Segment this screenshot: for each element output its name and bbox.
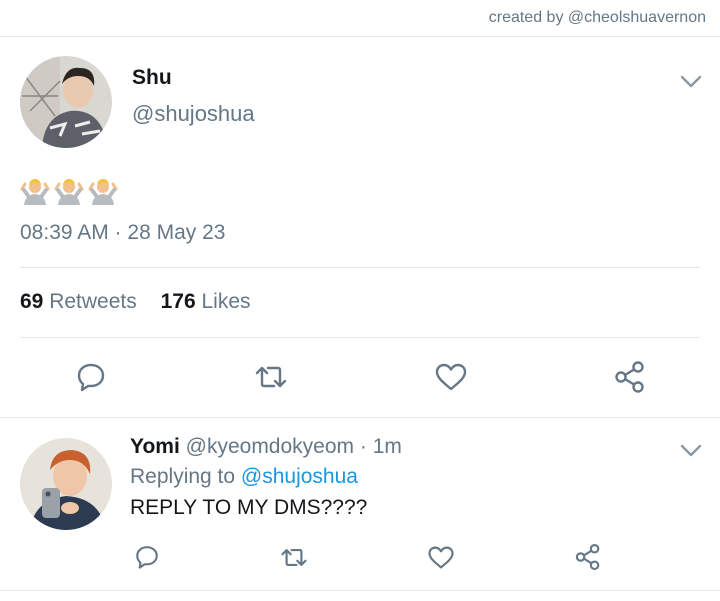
reply-time[interactable]: 1m: [373, 435, 402, 458]
reply-icon[interactable]: [75, 361, 107, 393]
avatar[interactable]: [20, 56, 112, 148]
retweet-icon[interactable]: [253, 363, 289, 391]
replying-to-link[interactable]: @shujoshua: [241, 465, 358, 488]
tweet-stats: 69 Retweets 176 Likes: [20, 290, 269, 314]
share-icon[interactable]: [613, 360, 647, 394]
replying-to: Replying to @shujoshua: [130, 465, 358, 489]
tweet-timestamp[interactable]: 08:39 AM · 28 May 23: [20, 221, 225, 245]
likes-stat[interactable]: 176 Likes: [161, 290, 251, 313]
retweets-count: 69: [20, 290, 44, 313]
reply-author-name[interactable]: Yomi: [130, 435, 180, 458]
tweet-author-name[interactable]: Shu: [132, 66, 172, 90]
divider: [20, 337, 700, 338]
creator-credit: created by @cheolshuavernon: [488, 9, 706, 26]
avatar[interactable]: [20, 438, 112, 530]
tweet-author-handle[interactable]: @shujoshua: [132, 101, 255, 127]
top-divider: [0, 36, 720, 37]
person-shrugging-icon: [54, 179, 84, 205]
heart-icon[interactable]: [434, 362, 468, 392]
person-shrugging-icon: [20, 179, 50, 205]
reply-author-line: Yomi @kyeomdokyeom · 1m: [130, 435, 402, 459]
reply-text: REPLY TO MY DMS????: [130, 496, 368, 519]
heart-icon[interactable]: [427, 545, 455, 570]
likes-count: 176: [160, 290, 196, 313]
reply-author-handle[interactable]: @kyeomdokyeom: [186, 435, 354, 458]
replying-to-prefix: Replying to: [130, 465, 236, 488]
retweets-stat[interactable]: 69 Retweets: [20, 290, 137, 313]
chevron-down-icon[interactable]: [680, 444, 702, 458]
retweet-icon[interactable]: [279, 546, 309, 569]
reply-icon[interactable]: [134, 544, 160, 570]
likes-label: Likes: [201, 290, 251, 313]
share-icon[interactable]: [574, 543, 602, 571]
divider: [0, 417, 720, 418]
person-shrugging-icon: [88, 179, 118, 205]
bottom-divider: [0, 590, 720, 591]
chevron-down-icon[interactable]: [680, 75, 702, 89]
reply-separator: ·: [359, 435, 367, 458]
retweets-label: Retweets: [49, 290, 137, 313]
tweet-text: 🤷‍♂️🤷‍♂️🤷‍♂️: [20, 175, 118, 207]
divider: [20, 267, 700, 268]
